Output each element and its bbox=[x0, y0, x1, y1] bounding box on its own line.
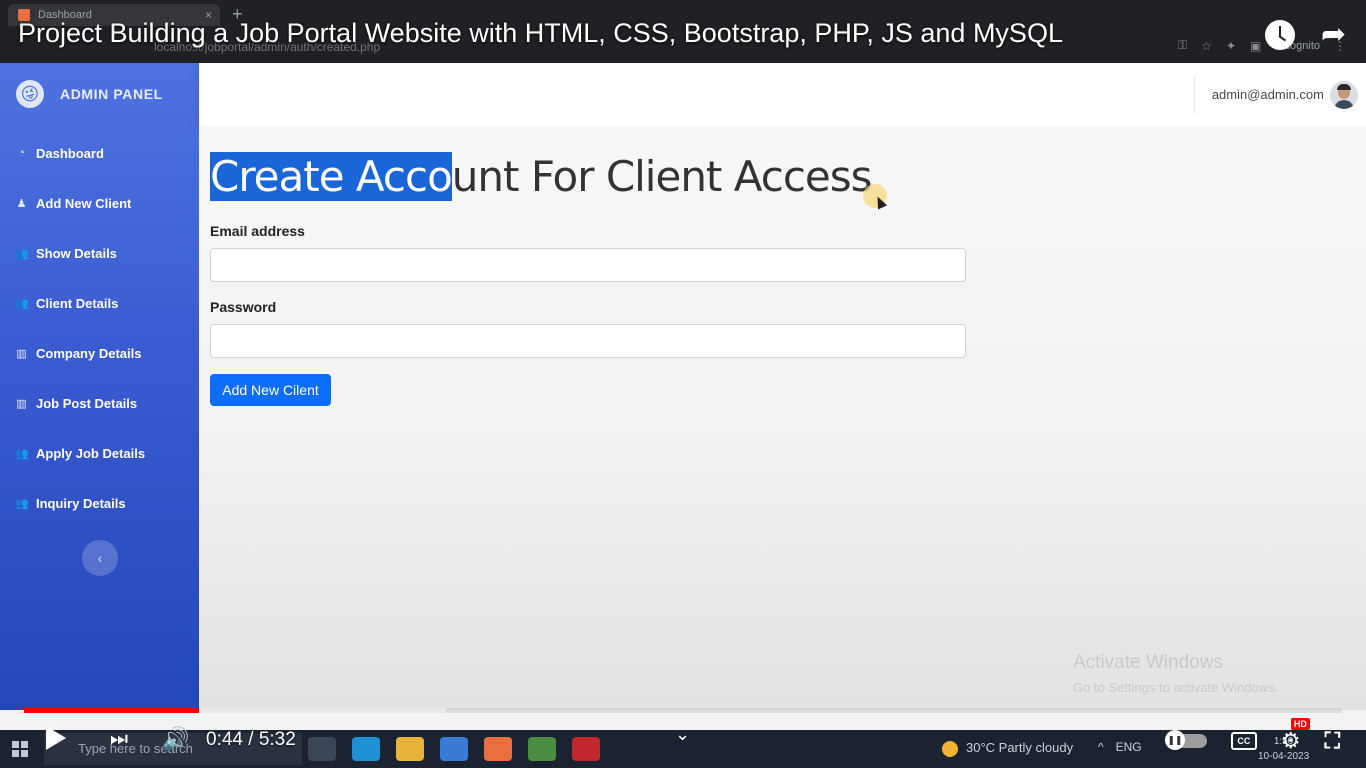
sidebar-item-label: Inquiry Details bbox=[36, 495, 126, 511]
star-icon[interactable]: ☆ bbox=[1201, 39, 1212, 53]
avatar-body bbox=[1334, 100, 1354, 109]
sidebar-item-show-details[interactable]: 👥 Show Details bbox=[0, 228, 199, 278]
sidebar-item-label: Add New Client bbox=[36, 195, 132, 211]
laugh-wink-icon: 😜 bbox=[12, 76, 48, 112]
sidebar-toggle-button[interactable]: ‹ bbox=[82, 540, 118, 576]
hd-badge: HD bbox=[1290, 718, 1310, 730]
watermark-title: Activate Windows bbox=[1073, 652, 1223, 673]
password-label: Password bbox=[210, 299, 277, 315]
watch-later-icon[interactable] bbox=[1264, 20, 1295, 50]
video-controls: ⏭ 🔊 0:44 / 5:32 ⌄ CC ⚙HD ⛶ bbox=[0, 718, 1366, 764]
chart-icon: ▥ bbox=[16, 347, 27, 360]
topbar: admin@admin.com bbox=[199, 63, 1366, 126]
users-icon: 👥 bbox=[15, 497, 29, 510]
email-field[interactable] bbox=[210, 248, 966, 282]
fullscreen-icon[interactable]: ⛶ bbox=[1325, 728, 1340, 754]
extensions-icon[interactable]: ✦ bbox=[1226, 39, 1236, 53]
key-icon[interactable]: ⚿ bbox=[1178, 38, 1187, 53]
sidebar-item-label: Company Details bbox=[36, 345, 142, 361]
page-title: Create Account For Client Access bbox=[210, 152, 873, 201]
play-icon[interactable] bbox=[46, 726, 66, 750]
sidebar-item-label: Show Details bbox=[36, 245, 117, 261]
sidebar-brand[interactable]: 😜 ADMIN PANEL bbox=[0, 63, 199, 125]
sidebar-item-job-post-details[interactable]: ▥ Job Post Details bbox=[0, 378, 199, 428]
tachometer-icon: ◔ bbox=[18, 147, 25, 159]
autoplay-toggle[interactable] bbox=[1164, 730, 1207, 750]
avatar[interactable] bbox=[1330, 81, 1358, 109]
sidepanel-icon[interactable]: ▣ bbox=[1250, 39, 1261, 53]
email-label: Email address bbox=[210, 223, 305, 239]
watermark-subtitle: Go to Settings to activate Windows. bbox=[1073, 680, 1279, 695]
add-new-client-button[interactable]: Add New Cilent bbox=[210, 374, 331, 406]
main-content: Create Account For Client Access Email a… bbox=[199, 126, 1366, 710]
chevron-down-icon[interactable]: ⌄ bbox=[675, 724, 690, 745]
subtitles-icon[interactable]: CC bbox=[1230, 732, 1257, 750]
video-progress-bar[interactable] bbox=[24, 708, 1342, 713]
sidebar-item-company-details[interactable]: ▥ Company Details bbox=[0, 328, 199, 378]
users-icon: 👥 bbox=[15, 297, 29, 310]
brand-title: ADMIN PANEL bbox=[60, 86, 163, 102]
sidebar-item-label: Job Post Details bbox=[36, 395, 138, 411]
settings-gear-icon[interactable]: ⚙ HD bbox=[1281, 718, 1310, 754]
sidebar-item-dashboard[interactable]: ◔ Dashboard bbox=[0, 128, 199, 178]
password-field[interactable] bbox=[210, 324, 966, 358]
chart-icon: ▥ bbox=[16, 397, 27, 410]
sidebar-item-apply-job-details[interactable]: 👥 Apply Job Details bbox=[0, 428, 199, 478]
sidebar-item-client-details[interactable]: 👥 Client Details bbox=[0, 278, 199, 328]
page-title-selected: Create Acco bbox=[210, 152, 453, 201]
video-top-actions: ➦ bbox=[1264, 20, 1346, 50]
page-title-rest: unt For Client Access bbox=[451, 152, 873, 201]
sidebar-item-label: Apply Job Details bbox=[36, 445, 146, 461]
volume-icon[interactable]: 🔊 bbox=[162, 726, 189, 752]
users-icon: 👥 bbox=[15, 447, 29, 460]
users-icon: 👥 bbox=[15, 247, 29, 260]
video-controls-right: CC ⚙HD ⛶ bbox=[1164, 718, 1340, 754]
sidebar: 😜 ADMIN PANEL ◔ Dashboard ♟ Add New Clie… bbox=[0, 63, 199, 710]
user-icon: ♟ bbox=[16, 197, 27, 210]
sidebar-item-label: Client Details bbox=[36, 295, 119, 311]
avatar-hair bbox=[1337, 84, 1351, 90]
video-time: 0:44 / 5:32 bbox=[206, 729, 296, 750]
sidebar-item-inquiry-details[interactable]: 👥 Inquiry Details bbox=[0, 478, 199, 528]
activate-windows-watermark: Activate Windows Go to Settings to activ… bbox=[1073, 652, 1278, 695]
share-icon[interactable]: ➦ bbox=[1321, 20, 1346, 50]
video-title[interactable]: Project Building a Job Portal Website wi… bbox=[18, 18, 1063, 49]
next-icon[interactable]: ⏭ bbox=[110, 728, 128, 751]
sidebar-item-label: Dashboard bbox=[36, 145, 104, 161]
topbar-divider bbox=[1194, 77, 1195, 113]
sidebar-item-add-new-client[interactable]: ♟ Add New Client bbox=[0, 178, 199, 228]
user-email[interactable]: admin@admin.com bbox=[1212, 87, 1324, 102]
video-played-bar bbox=[24, 708, 200, 713]
